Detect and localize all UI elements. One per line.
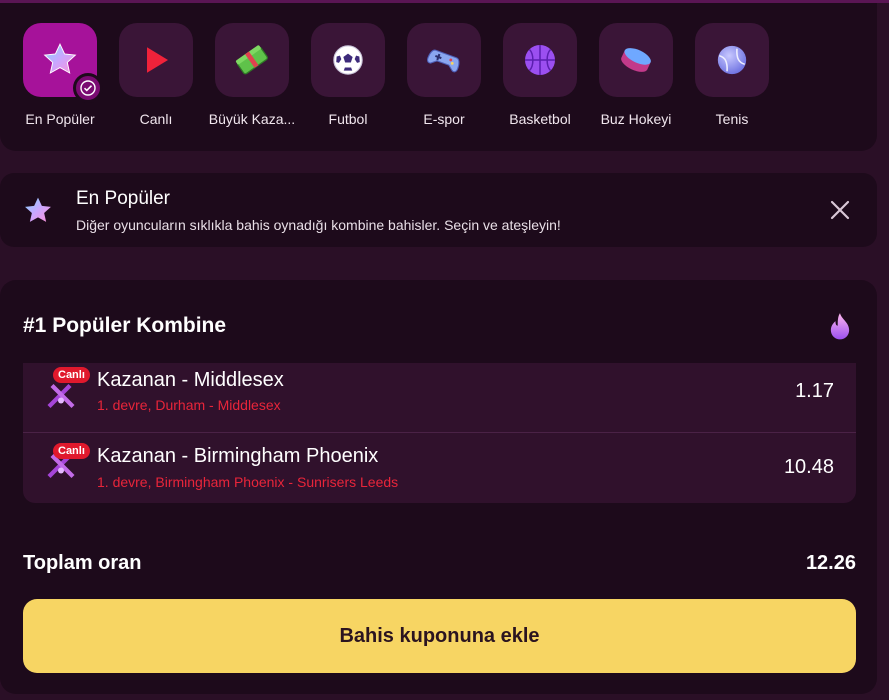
info-title: En Popüler [76, 188, 171, 209]
combo-title: #1 Popüler Kombine [23, 314, 227, 337]
combo-card: #1 Popüler Kombine Canlı Kazanan - Middl… [0, 280, 877, 694]
category-canli[interactable]: Canlı [108, 23, 204, 127]
category-en-populer[interactable]: En Popüler [12, 23, 108, 127]
gamepad-icon [427, 49, 460, 73]
category-label: Buz Hokeyi [600, 111, 672, 127]
category-buyuk-kazanc[interactable]: Büyük Kaza... [204, 23, 300, 127]
category-tile [119, 23, 193, 97]
bet-row[interactable]: Canlı Kazanan - Birmingham Phoenix 1. de… [23, 433, 856, 503]
bet-detail: 1. devre, Birmingham Phoenix - Sunrisers… [97, 474, 399, 490]
category-label: Basketbol [509, 111, 571, 127]
soccer-ball-icon [333, 45, 363, 75]
bet-name: Kazanan - Middlesex [97, 369, 284, 391]
category-futbol[interactable]: Futbol [300, 23, 396, 127]
category-tile [311, 23, 385, 97]
live-badge: Canlı [53, 367, 90, 383]
star-icon [43, 43, 77, 74]
category-label: En Popüler [25, 111, 95, 127]
category-basketbol[interactable]: Basketbol [492, 23, 588, 127]
info-description: Diğer oyuncuların sıklıkla bahis oynadığ… [76, 217, 561, 233]
category-tile [215, 23, 289, 97]
bet-odds: 10.48 [783, 456, 834, 478]
bet-row[interactable]: Canlı Kazanan - Middlesex 1. devre, Durh… [23, 363, 856, 433]
check-icon [80, 80, 96, 96]
hockey-puck-icon [621, 48, 651, 72]
bet-name: Kazanan - Birmingham Phoenix [97, 445, 379, 467]
category-tile [407, 23, 481, 97]
category-tile [695, 23, 769, 97]
total-odds-label: Toplam oran [23, 552, 142, 574]
basketball-icon [525, 45, 555, 75]
category-label: Tenis [715, 111, 749, 127]
star-icon [25, 197, 51, 222]
category-label: E-spor [423, 111, 465, 127]
fire-icon [830, 313, 850, 340]
bet-odds: 1.17 [795, 380, 834, 402]
add-to-betslip-button[interactable]: Bahis kuponuna ekle [23, 599, 856, 673]
category-tile [23, 23, 103, 103]
category-buz-hokeyi[interactable]: Buz Hokeyi [588, 23, 684, 127]
close-icon[interactable] [829, 199, 851, 221]
bet-detail: 1. devre, Durham - Middlesex [97, 397, 281, 413]
category-tile [599, 23, 673, 97]
category-e-spor[interactable]: E-spor [396, 23, 492, 127]
bets-list: Canlı Kazanan - Middlesex 1. devre, Durh… [23, 363, 856, 503]
category-tenis[interactable]: Tenis [684, 23, 780, 127]
total-odds-value: 12.26 [805, 552, 856, 574]
category-tile [503, 23, 577, 97]
tennis-ball-icon [717, 45, 747, 75]
live-badge: Canlı [53, 443, 90, 459]
category-bar: En Popüler Canlı Büyük Kaza... Futbol E-… [0, 3, 877, 151]
play-icon [147, 47, 168, 73]
category-label: Büyük Kaza... [208, 111, 296, 127]
selected-check-badge [73, 73, 103, 103]
info-banner: En Popüler Diğer oyuncuların sıklıkla ba… [0, 173, 877, 247]
category-label: Canlı [139, 111, 173, 127]
money-icon [235, 45, 268, 75]
category-label: Futbol [328, 111, 368, 127]
